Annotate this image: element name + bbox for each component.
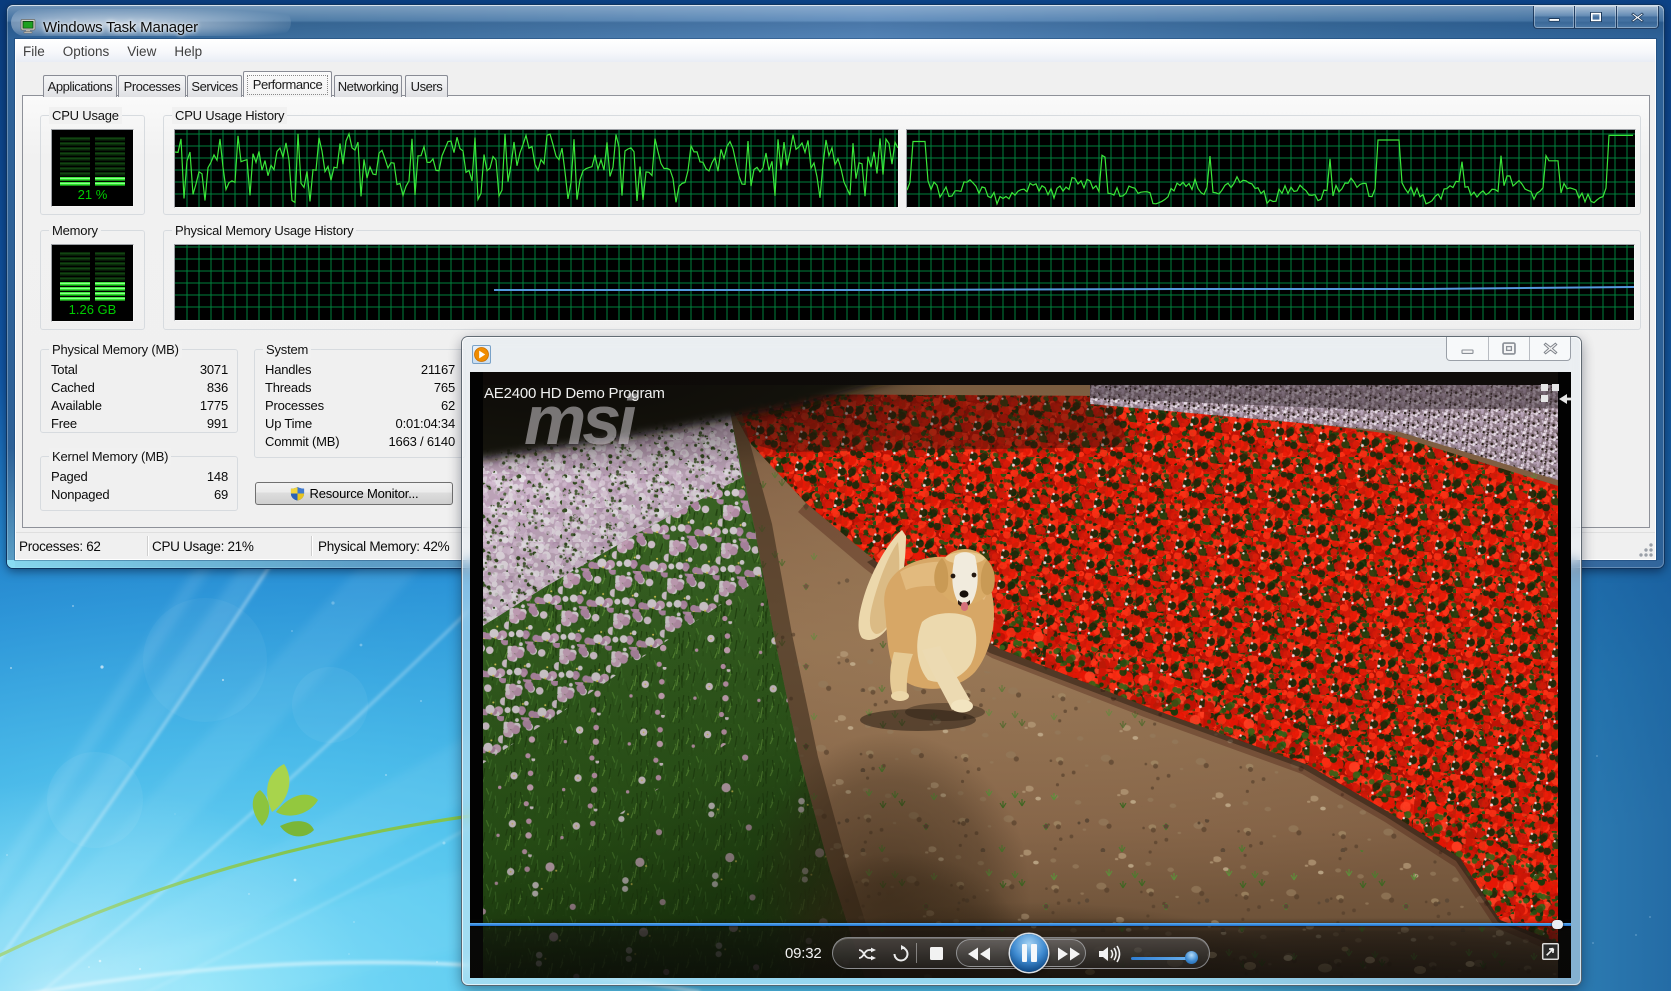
svg-text:AE2400 HD Demo Program: AE2400 HD Demo Program <box>484 385 665 402</box>
svg-text:21 %: 21 % <box>78 187 108 202</box>
svg-text:1.26 GB: 1.26 GB <box>69 302 117 317</box>
